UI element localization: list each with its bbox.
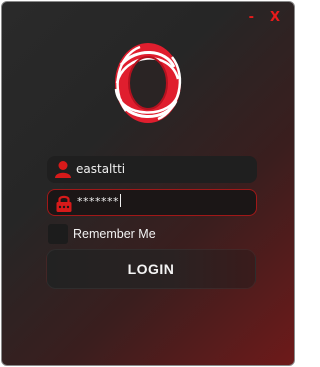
remember-me-checkbox[interactable]: [48, 224, 68, 244]
text-caret: [120, 194, 121, 207]
lock-icon: [56, 195, 72, 212]
user-icon: [55, 161, 71, 178]
login-window: - X eastaltti ******* Remember Me LOGIN: [1, 1, 295, 366]
password-field[interactable]: *******: [47, 189, 257, 216]
remember-me-label: Remember Me: [73, 227, 156, 241]
remember-me-option[interactable]: Remember Me: [48, 224, 156, 244]
close-button[interactable]: X: [270, 11, 280, 25]
window-controls: - X: [249, 11, 280, 25]
minimize-button[interactable]: -: [249, 11, 254, 25]
ring-logo-icon: [114, 43, 182, 123]
password-masked-value: *******: [77, 195, 119, 208]
username-input[interactable]: eastaltti: [76, 161, 125, 177]
login-button[interactable]: LOGIN: [46, 249, 256, 289]
username-field[interactable]: eastaltti: [47, 156, 257, 183]
password-input[interactable]: *******: [77, 194, 121, 210]
